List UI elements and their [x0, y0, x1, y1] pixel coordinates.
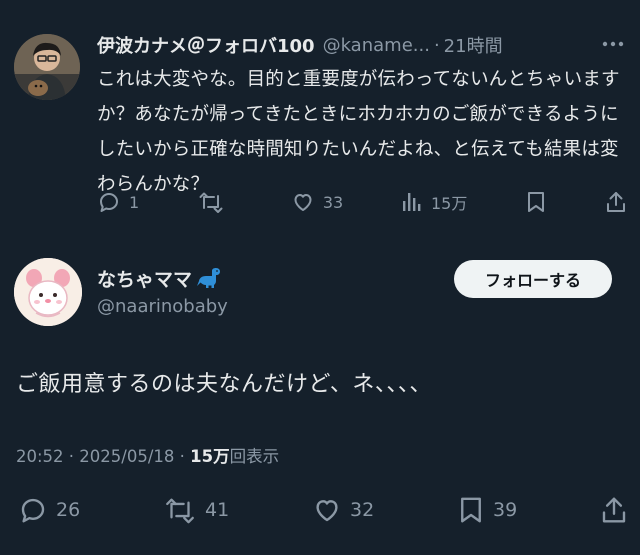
tweet-reply-count: 26 — [56, 499, 81, 521]
reply-reply-button[interactable]: 1 — [97, 190, 139, 214]
follow-button[interactable]: フォローする — [454, 260, 612, 298]
tweet-view-count: 15万 — [190, 447, 230, 466]
bookmark-icon — [461, 497, 481, 523]
tweet-share-button[interactable] — [600, 495, 628, 525]
reply-icon — [100, 193, 118, 212]
tweet-meta: 20:52 · 2025/05/18 · 15万回表示 — [16, 443, 279, 467]
reply-icon — [21, 498, 45, 523]
reply-like-count: 33 — [322, 192, 344, 212]
tweet-like-count: 32 — [350, 499, 375, 521]
retweet-icon — [166, 498, 194, 524]
reply-separator: · — [433, 34, 440, 56]
tweet-text: ご飯用意するのは夫なんだけど、ネ、、、、 — [16, 372, 432, 397]
tweet-reply-button[interactable]: 26 — [18, 495, 80, 525]
tweet-like-button[interactable]: 32 — [312, 495, 374, 525]
like-icon — [294, 194, 312, 211]
reply-views-button[interactable]: 15万 — [401, 190, 467, 214]
reply-bookmark-button[interactable] — [525, 190, 547, 214]
reply-author-avatar[interactable] — [14, 34, 80, 100]
retweet-icon — [199, 192, 223, 213]
tweet-bookmark-button[interactable]: 39 — [457, 495, 517, 525]
tweet-author-name: なちゃママ — [97, 268, 193, 291]
tweet-view-label: 回表示 — [229, 447, 280, 466]
tweet-action-bar: 26 41 32 39 — [18, 492, 628, 528]
share-icon — [606, 192, 625, 212]
reply-views-count: 15万 — [430, 194, 468, 213]
bookmark-icon — [528, 192, 545, 212]
tweet-retweet-count: 41 — [205, 499, 230, 521]
like-icon — [316, 500, 338, 522]
reply-author-handle[interactable]: @kaname... — [323, 35, 430, 56]
views-icon — [402, 193, 421, 211]
reply-action-bar: 1 33 15万 — [97, 185, 627, 219]
reply-retweet-button[interactable] — [197, 190, 233, 214]
tweet-retweet-button[interactable]: 41 — [163, 495, 229, 525]
tweet-author-avatar[interactable] — [14, 258, 82, 326]
reply-text: これは大変やな。目的と重要度が伝わってないんとちゃいますか？あなたが帰ってきたと… — [97, 69, 620, 195]
tweet-bookmark-count: 39 — [493, 499, 518, 521]
reply-reply-count: 1 — [129, 192, 140, 212]
share-icon — [602, 497, 626, 523]
reply-share-button[interactable] — [605, 190, 627, 214]
tweet-detail-screen: 伊波カナメ＠フォロバ100 @kaname... · 21時間 これは大変やな。… — [0, 0, 640, 555]
tweet-timestamp[interactable]: 20:52 · 2025/05/18 · — [16, 447, 190, 466]
reply-author-name[interactable]: 伊波カナメ＠フォロバ100 — [97, 32, 315, 58]
tweet-author-name-row[interactable]: なちゃママ — [97, 264, 222, 292]
reply-timestamp[interactable]: 21時間 — [444, 32, 503, 58]
more-icon[interactable] — [600, 36, 626, 52]
reply-like-button[interactable]: 33 — [291, 190, 343, 214]
reply-header: 伊波カナメ＠フォロバ100 @kaname... · 21時間 — [97, 32, 628, 58]
tweet-author-handle[interactable]: @naarinobaby — [97, 296, 228, 317]
dinosaur-icon — [197, 268, 221, 288]
